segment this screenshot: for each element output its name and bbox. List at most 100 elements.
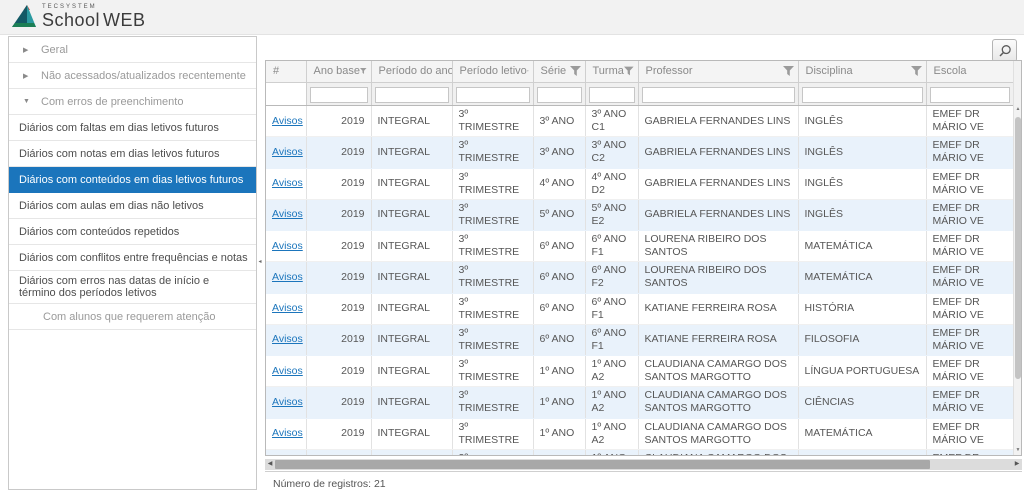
avisos-link[interactable]: Avisos [272, 208, 303, 220]
avisos-link[interactable]: Avisos [272, 177, 303, 189]
chevron-down-icon: ▼ [23, 98, 31, 105]
sidebar-item[interactable]: Diários com aulas em dias não letivos [9, 193, 256, 219]
avisos-link[interactable]: Avisos [272, 240, 303, 252]
sidebar-item[interactable]: Com alunos que requerem atenção [9, 304, 256, 330]
column-header-professor[interactable]: Professor [638, 61, 798, 82]
filter-input-periodo_letivo[interactable] [456, 87, 530, 103]
scroll-left-icon[interactable]: ◀ [265, 459, 275, 470]
app-logo: Tecsystem SchoolWEB [10, 4, 146, 30]
filter-input-escola[interactable] [930, 87, 1010, 103]
sidebar-collapse-handle[interactable]: ◂ [257, 252, 263, 270]
sidebar-item[interactable]: Diários com erros nas datas de início e … [9, 271, 256, 304]
filter-input-periodo_do_ano[interactable] [375, 87, 449, 103]
column-header-serie[interactable]: Série [533, 61, 585, 82]
filter-input-ano_base[interactable] [310, 87, 368, 103]
vertical-scrollbar-thumb[interactable] [1015, 117, 1021, 379]
cell-ano_base: 2019 [306, 137, 371, 168]
cell-professor: CLAUDIANA CAMARGO DOS SANTOS MARGOTTO [638, 449, 798, 455]
column-label: Disciplina [806, 65, 853, 77]
cell-periodo_do_ano: INTEGRAL [371, 106, 452, 137]
sidebar-item-label: Geral [41, 44, 68, 56]
cell-turma: 1º ANO A2 [585, 449, 638, 455]
scroll-down-icon[interactable]: ▼ [1014, 447, 1022, 453]
scroll-right-icon[interactable]: ▶ [1012, 459, 1022, 470]
cell-periodo_do_ano: INTEGRAL [371, 387, 452, 418]
cell-professor: CLAUDIANA CAMARGO DOS SANTOS MARGOTTO [638, 387, 798, 418]
column-header-periodo_do_ano[interactable]: Período do ano [371, 61, 452, 82]
cell-serie: 3º ANO [533, 137, 585, 168]
column-label: Período do ano [379, 65, 453, 77]
column-header-periodo_letivo[interactable]: Período letivo [452, 61, 533, 82]
filter-icon[interactable] [911, 66, 922, 76]
cell-ano_base: 2019 [306, 262, 371, 293]
filter-icon[interactable] [570, 66, 581, 76]
cell-ano_base: 2019 [306, 387, 371, 418]
grid-footer: Número de registros: 21 [265, 471, 1022, 493]
filter-icon[interactable] [360, 66, 367, 76]
avisos-link[interactable]: Avisos [272, 271, 303, 283]
cell-periodo_do_ano: INTEGRAL [371, 356, 452, 387]
cell-professor: GABRIELA FERNANDES LINS [638, 168, 798, 199]
horizontal-scrollbar[interactable]: ◀ ▶ [265, 459, 1022, 470]
avisos-link[interactable]: Avisos [272, 115, 303, 127]
sidebar-item[interactable]: Diários com faltas em dias letivos futur… [9, 115, 256, 141]
column-header-disciplina[interactable]: Disciplina [798, 61, 926, 82]
avisos-link[interactable]: Avisos [272, 396, 303, 408]
cell-escola: EMEF DR MÁRIO VE [926, 387, 1013, 418]
column-header-turma[interactable]: Turma [585, 61, 638, 82]
sidebar-item-label: Diários com conflitos entre frequências … [19, 252, 248, 264]
filter-icon[interactable] [527, 66, 529, 76]
vertical-scrollbar[interactable]: ▲ ▼ [1013, 61, 1021, 455]
sidebar-item-label: Diários com aulas em dias não letivos [19, 200, 204, 212]
cell-serie: 1º ANO [533, 387, 585, 418]
sidebar-item[interactable]: ▶Geral [9, 37, 256, 63]
table-row: Avisos2019INTEGRAL3º TRIMESTRE1º ANO1º A… [266, 449, 1013, 455]
table-row: Avisos2019INTEGRAL3º TRIMESTRE6º ANO6º A… [266, 324, 1013, 355]
avisos-link[interactable]: Avisos [272, 146, 303, 158]
sidebar-item[interactable]: Diários com notas em dias letivos futuro… [9, 141, 256, 167]
sidebar-item[interactable]: Diários com conteúdos em dias letivos fu… [9, 167, 256, 193]
filter-input-turma[interactable] [589, 87, 635, 103]
column-header-escola[interactable]: Escola [926, 61, 1013, 82]
cell-ano_base: 2019 [306, 293, 371, 324]
sidebar-item[interactable]: Diários com conteúdos repetidos [9, 219, 256, 245]
cell-periodo_do_ano: INTEGRAL [371, 262, 452, 293]
table-row: Avisos2019INTEGRAL3º TRIMESTRE3º ANO3º A… [266, 106, 1013, 137]
sidebar: ▶Geral▶Não acessados/atualizados recente… [8, 36, 257, 490]
avisos-link[interactable]: Avisos [272, 365, 303, 377]
column-label: Série [541, 65, 567, 77]
cell-professor: GABRIELA FERNANDES LINS [638, 106, 798, 137]
cell-periodo_do_ano: INTEGRAL [371, 168, 452, 199]
filter-icon[interactable] [783, 66, 794, 76]
table-body: Avisos2019INTEGRAL3º TRIMESTRE3º ANO3º A… [266, 106, 1013, 456]
horizontal-scrollbar-thumb[interactable] [275, 460, 930, 469]
cell-turma: 3º ANO C1 [585, 106, 638, 137]
cell-periodo_do_ano: INTEGRAL [371, 293, 452, 324]
cell-serie: 5º ANO [533, 199, 585, 230]
filter-input-serie[interactable] [537, 87, 582, 103]
brand-triangle-icon [10, 4, 38, 30]
sidebar-item[interactable]: ▶Não acessados/atualizados recentemente [9, 63, 256, 89]
avisos-link[interactable]: Avisos [272, 302, 303, 314]
sidebar-item[interactable]: ▼Com erros de preenchimento [9, 89, 256, 115]
scroll-up-icon[interactable]: ▲ [1014, 106, 1022, 112]
sidebar-item-label: Diários com conteúdos em dias letivos fu… [19, 174, 243, 186]
cell-periodo_letivo: 3º TRIMESTRE [452, 387, 533, 418]
avisos-link[interactable]: Avisos [272, 333, 303, 345]
filter-input-professor[interactable] [642, 87, 795, 103]
filter-icon[interactable] [624, 66, 634, 76]
cell-periodo_letivo: 3º TRIMESTRE [452, 199, 533, 230]
column-header-ano_base[interactable]: Ano base [306, 61, 371, 82]
cell-escola: EMEF DR MÁRIO VE [926, 324, 1013, 355]
top-bar: Tecsystem SchoolWEB [0, 0, 1024, 35]
avisos-link[interactable]: Avisos [272, 427, 303, 439]
column-header-avisos[interactable]: # [266, 61, 306, 82]
table-row: Avisos2019INTEGRAL3º TRIMESTRE5º ANO5º A… [266, 199, 1013, 230]
cell-periodo_do_ano: INTEGRAL [371, 324, 452, 355]
search-button[interactable] [992, 39, 1017, 62]
cell-escola: EMEF DR MÁRIO VE [926, 106, 1013, 137]
record-count: Número de registros: 21 [265, 472, 1022, 490]
sidebar-item[interactable]: Diários com conflitos entre frequências … [9, 245, 256, 271]
cell-disciplina: INGLÊS [798, 106, 926, 137]
filter-input-disciplina[interactable] [802, 87, 923, 103]
